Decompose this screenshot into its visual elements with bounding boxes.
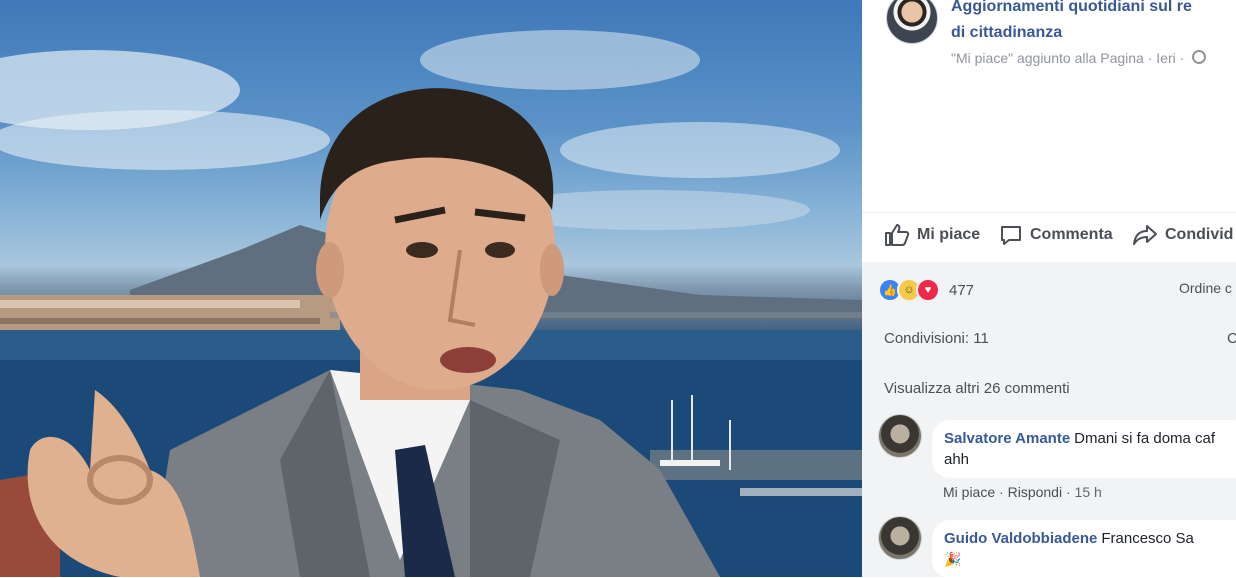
love-reaction-icon: ♥ xyxy=(916,278,940,302)
share-button-label: Condivid xyxy=(1165,226,1234,243)
comment-author[interactable]: Salvatore Amante xyxy=(944,430,1070,447)
comment-avatar[interactable] xyxy=(878,516,922,560)
comment-avatar[interactable] xyxy=(878,414,922,458)
page-avatar[interactable] xyxy=(886,0,938,44)
shares-right-text: C xyxy=(1227,330,1236,347)
comment-bubble: Salvatore Amante Dmani si fa doma caf ahh xyxy=(932,420,1236,478)
emoji-icon: 🎉 xyxy=(944,551,962,567)
reactions-summary[interactable]: 👍 ☺ ♥ 477 xyxy=(878,278,974,302)
like-button-label: Mi piace xyxy=(917,226,981,243)
view-more-comments-link[interactable]: Visualizza altri 26 commenti xyxy=(884,380,1070,397)
like-button[interactable]: Mi piace xyxy=(884,223,980,247)
thumbs-up-icon xyxy=(885,224,910,246)
separator-dot: · xyxy=(999,484,1008,500)
comments-section: 👍 ☺ ♥ 477 Ordine c Condivisioni: 11 C Vi… xyxy=(862,262,1236,578)
post-title-line2[interactable]: di cittadinanza xyxy=(951,20,1236,46)
comment-actions: Mi piace · Rispondi · 15 h xyxy=(943,484,1102,500)
comment-author[interactable]: Guido Valdobbiadene xyxy=(944,530,1097,547)
comment-order-dropdown[interactable]: Ordine c xyxy=(1179,280,1232,296)
post-title-line1[interactable]: Aggiornamenti quotidiani sul re xyxy=(951,0,1236,20)
reaction-count[interactable]: 477 xyxy=(949,282,974,299)
speech-bubble-icon xyxy=(1001,226,1021,245)
post-photo[interactable] xyxy=(0,0,862,577)
post-title[interactable]: Aggiornamenti quotidiani sul re di citta… xyxy=(951,0,1236,46)
comment-reply-link[interactable]: Rispondi xyxy=(1008,484,1062,500)
shares-count[interactable]: Condivisioni: 11 xyxy=(884,330,989,347)
share-arrow-icon xyxy=(1133,225,1157,245)
comment-like-link[interactable]: Mi piace xyxy=(943,484,995,500)
post-meta: "Mi piace" aggiunto alla Pagina · Ieri · xyxy=(951,50,1207,66)
share-button[interactable]: Condivid xyxy=(1132,223,1233,247)
comment-text: Francesco Sa xyxy=(1101,530,1194,547)
comment-button[interactable]: Commenta xyxy=(999,223,1113,247)
post-actions-bar: Mi piace Commenta Condivid xyxy=(862,212,1236,259)
comment-time[interactable]: 15 h xyxy=(1075,484,1102,500)
photo-illustration xyxy=(0,30,862,577)
post-panel: Aggiornamenti quotidiani sul re di citta… xyxy=(862,0,1236,578)
post-header: Aggiornamenti quotidiani sul re di citta… xyxy=(862,0,1236,210)
globe-icon xyxy=(1192,50,1207,64)
separator-dot: · xyxy=(1065,484,1075,500)
comment-bubble: Guido Valdobbiadene Francesco Sa 🎉 xyxy=(932,520,1236,578)
post-meta-text: "Mi piace" aggiunto alla Pagina · Ieri · xyxy=(951,50,1189,66)
comment-button-label: Commenta xyxy=(1030,226,1113,243)
